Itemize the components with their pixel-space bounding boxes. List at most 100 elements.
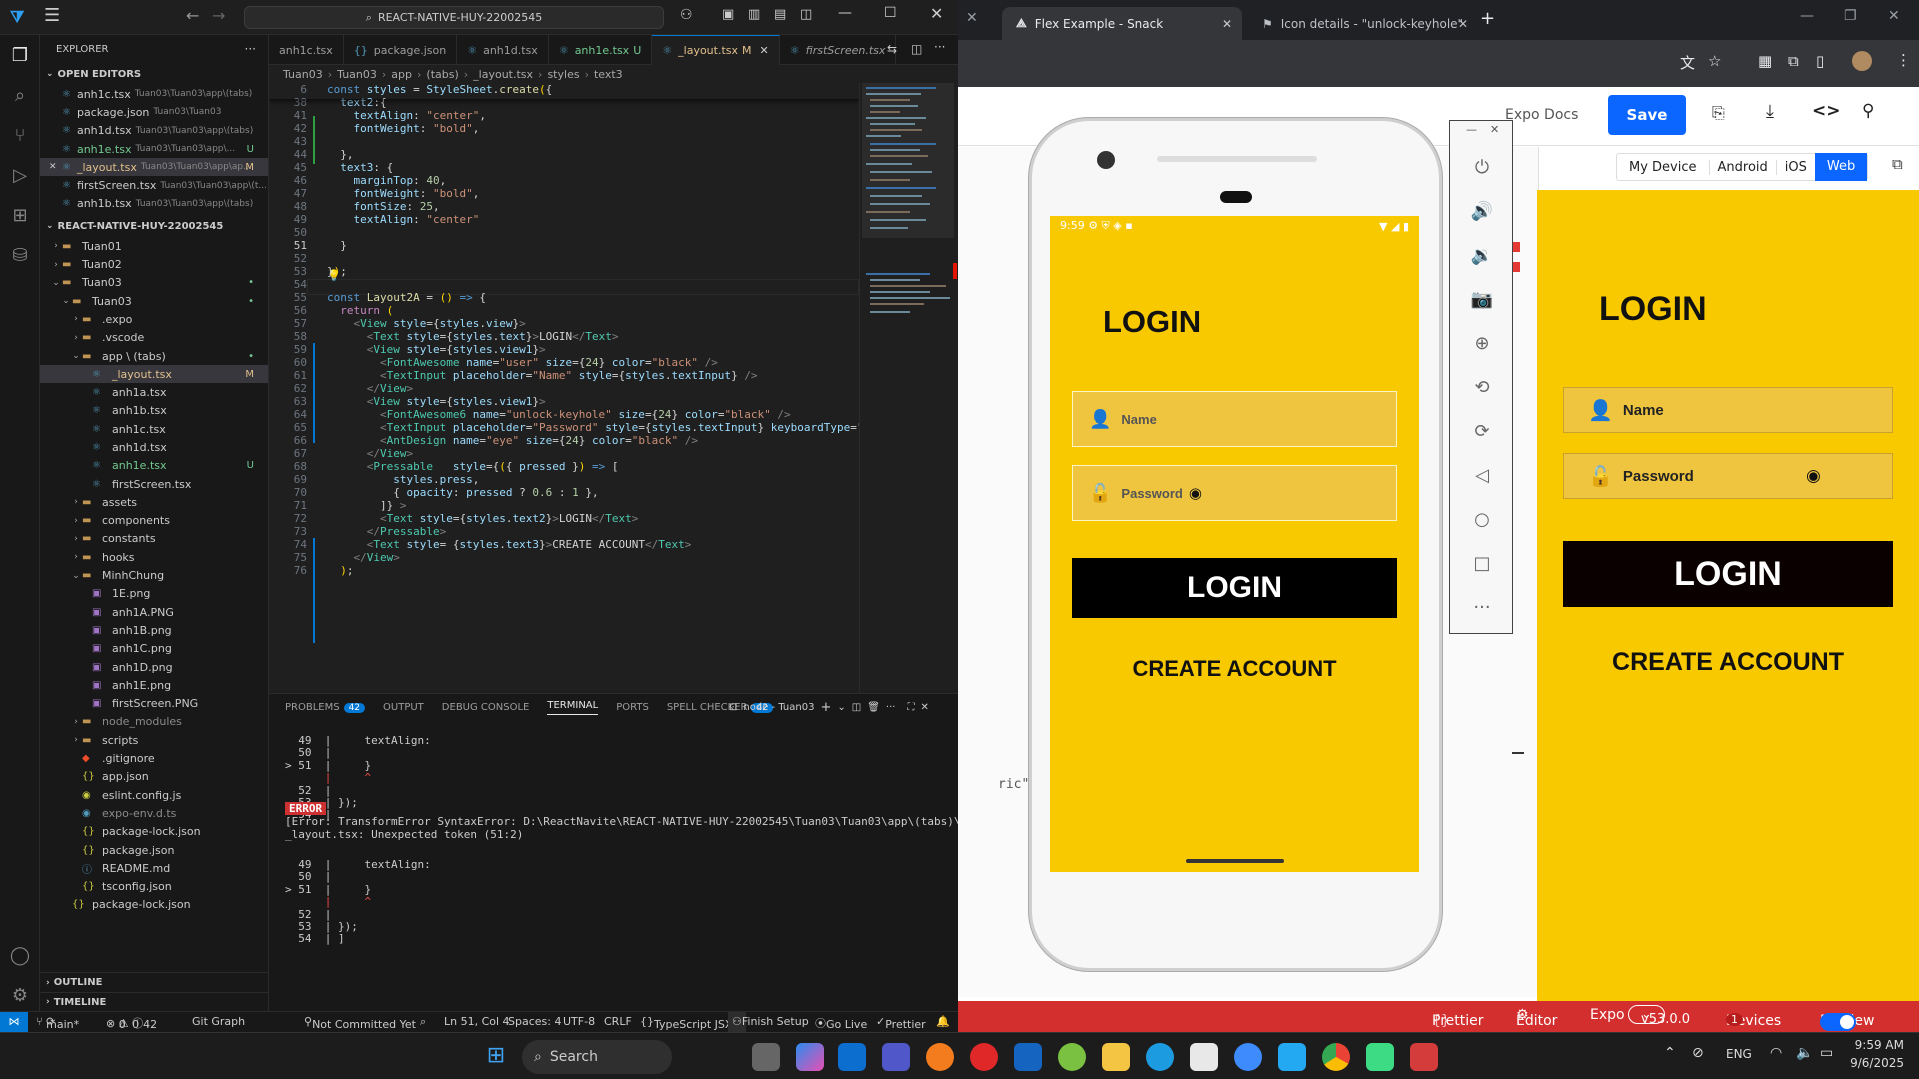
tree-item[interactable]: ▣ anh1E.png <box>40 676 268 694</box>
more-icon[interactable]: ··· <box>1470 597 1494 621</box>
battery-icon[interactable]: ▭ <box>1820 1045 1833 1061</box>
chevron-down-icon[interactable]: ⌄ <box>60 296 72 306</box>
app-icon[interactable] <box>1014 1043 1042 1071</box>
back-arrow-icon[interactable]: ← <box>186 6 199 25</box>
tree-item[interactable]: ⚛ anh1d.tsx <box>40 438 268 456</box>
new-terminal-icon[interactable]: + <box>820 700 831 715</box>
clock-time[interactable]: 9:59 AM <box>1846 1038 1904 1052</box>
chevron-right-icon[interactable]: › <box>70 534 82 544</box>
tree-item[interactable]: ▣ firstScreen.PNG <box>40 695 268 713</box>
tree-item[interactable]: › ▬ scripts <box>40 731 268 749</box>
tab-firstscreen-tsx[interactable]: ⚛ firstScreen.tsx <box>780 35 897 65</box>
terminal-name[interactable]: node - Tuan03 <box>743 702 814 713</box>
maximize-panel-icon[interactable]: ⛶ <box>907 702 914 713</box>
open-editor-item[interactable]: ✕ ⚛ _layout.tsx Tuan03\Tuan03\app\ap... M <box>40 158 268 177</box>
overview-icon[interactable]: □ <box>1470 553 1494 577</box>
name-input[interactable]: 👤 Name <box>1072 391 1397 447</box>
extensions-icon[interactable]: ⊞ <box>0 195 40 235</box>
chevron-right-icon[interactable]: › <box>70 314 82 324</box>
translate-icon[interactable]: 文 <box>1680 52 1695 73</box>
tab-package-json[interactable]: {} package.json <box>344 35 458 65</box>
tree-item[interactable]: ◆ .gitignore <box>40 749 268 767</box>
chevron-right-icon[interactable]: › <box>50 260 62 270</box>
panel-tab-ports[interactable]: PORTS <box>616 702 649 713</box>
tree-item[interactable]: ▣ anh1A.PNG <box>40 603 268 621</box>
chevron-up-icon[interactable]: ⌃ <box>1664 1045 1676 1061</box>
tree-item[interactable]: ⚛ anh1b.tsx <box>40 402 268 420</box>
open-editor-item[interactable]: ⚛ firstScreen.tsx Tuan03\Tuan03\app\(t... <box>40 176 268 194</box>
sdk-version-select[interactable]: v53.0.0 ⌄ <box>1628 1005 1690 1027</box>
password-input[interactable]: 🔓 Password ◉ <box>1563 453 1893 499</box>
tree-item[interactable]: › ▬ Tuan02 <box>40 255 268 273</box>
editor-more-icon[interactable]: ··· <box>934 40 945 54</box>
tree-item[interactable]: ▣ anh1D.png <box>40 658 268 676</box>
go-live[interactable]: ⦿ Go Live <box>815 1015 867 1031</box>
chevron-right-icon[interactable]: › <box>70 516 82 526</box>
tree-item[interactable]: ⚛ anh1e.tsx U <box>40 457 268 475</box>
back-icon[interactable]: ◁ <box>1470 465 1494 489</box>
finish-setup[interactable]: ⚇ Finish Setup <box>728 1012 809 1032</box>
chevron-down-icon[interactable]: ⌄ <box>50 278 62 288</box>
tree-item[interactable]: ◉ eslint.config.js <box>40 786 268 804</box>
split-editor-icon[interactable]: ◫ <box>911 42 922 56</box>
volume-up-icon[interactable]: 🔊 <box>1470 201 1494 225</box>
not-committed-status[interactable]: ⚲ Not Committed Yet <box>304 1015 416 1031</box>
tree-item[interactable]: {} package.json <box>40 841 268 859</box>
panel-tab-output[interactable]: OUTPUT <box>383 702 424 713</box>
chevron-down-icon[interactable]: ⌄ <box>70 571 82 581</box>
preview-toggle[interactable]: Preview <box>1820 1007 1875 1031</box>
tree-item[interactable]: ⌄ ▬ Tuan03 • <box>40 292 268 310</box>
settings-gear-icon[interactable]: ⚙ <box>0 975 40 1015</box>
chevron-down-icon[interactable]: ⌄ <box>46 221 54 231</box>
tree-item[interactable]: ▣ anh1B.png <box>40 621 268 639</box>
open-editor-item[interactable]: ⚛ anh1b.tsx Tuan03\Tuan03\app\(tabs) <box>40 195 268 213</box>
vscode-icon[interactable] <box>1278 1043 1306 1071</box>
device-tab-ios[interactable]: iOS <box>1777 160 1815 175</box>
home-icon[interactable]: ○ <box>1470 509 1494 533</box>
encoding[interactable]: UTF-8 <box>563 1015 595 1028</box>
breadcrumb-item[interactable]: Tuan03 <box>283 68 323 81</box>
wifi-icon[interactable]: ◠ <box>1770 1045 1782 1061</box>
open-changes-icon[interactable]: ⇆ <box>887 42 897 56</box>
tree-item[interactable]: › ▬ .expo <box>40 310 268 328</box>
power-icon[interactable]: ⏻ <box>1470 157 1494 181</box>
clock-date[interactable]: 9/6/2025 <box>1846 1056 1904 1070</box>
create-account-link[interactable]: CREATE ACCOUNT <box>1537 648 1919 677</box>
restore-icon[interactable]: ❐ <box>1844 8 1857 24</box>
extension-icon[interactable]: ▦ <box>1758 52 1772 70</box>
chevron-right-icon[interactable]: › <box>70 552 82 562</box>
chevron-right-icon[interactable]: › <box>46 978 50 988</box>
breadcrumb-item[interactable]: text3 <box>594 68 623 81</box>
start-windows-icon[interactable]: ⊞ <box>482 1043 510 1071</box>
tab-anh1d-tsx[interactable]: ⚛ anh1d.tsx <box>457 35 549 65</box>
volume-down-icon[interactable]: 🔉 <box>1470 245 1494 269</box>
device-icon[interactable]: ⎘ <box>1712 103 1725 123</box>
chevron-down-icon[interactable]: ⌄ <box>837 702 845 713</box>
device-tab-web[interactable]: Web <box>1814 153 1868 181</box>
panel-tab-debug-console[interactable]: DEBUG CONSOLE <box>442 702 530 713</box>
breadcrumb-item[interactable]: app <box>391 68 412 81</box>
tree-item[interactable]: › ▬ constants <box>40 530 268 548</box>
bookmark-star-icon[interactable]: ☆ <box>1708 52 1721 70</box>
copilot-icon[interactable] <box>796 1043 824 1071</box>
gesture-bar[interactable] <box>1186 859 1284 863</box>
zoom-icon[interactable]: ⌕ <box>420 1015 426 1029</box>
problems-status[interactable]: ⊗ 0 ⚠ 0 ⓘ 42 <box>106 1015 157 1031</box>
login-button[interactable]: LOGIN <box>1072 558 1397 618</box>
close-tab-icon[interactable]: ✕ <box>966 10 978 26</box>
tree-item[interactable]: ▣ anh1C.png <box>40 640 268 658</box>
save-button[interactable]: Save <box>1608 95 1686 135</box>
tab-anh1e-tsx[interactable]: ⚛ anh1e.tsx U <box>549 35 653 65</box>
screenshot-camera-icon[interactable]: 📷 <box>1470 289 1494 313</box>
close-icon[interactable]: ✕ <box>1490 123 1499 136</box>
volume-icon[interactable]: 🔈 <box>1796 1045 1813 1061</box>
indentation[interactable]: Spaces: 4 <box>508 1015 561 1028</box>
tree-item[interactable]: ⚛ anh1a.tsx <box>40 383 268 401</box>
download-icon[interactable]: ⤓ <box>1766 101 1774 122</box>
device-tab-android[interactable]: Android <box>1710 159 1777 175</box>
login-button[interactable]: LOGIN <box>1563 541 1893 607</box>
edge-icon[interactable] <box>1146 1043 1174 1071</box>
panel-tab-problems[interactable]: PROBLEMS 42 <box>285 702 366 713</box>
emulator-icon[interactable] <box>1366 1043 1394 1071</box>
network-off-icon[interactable]: ⊘ <box>1692 1045 1704 1061</box>
